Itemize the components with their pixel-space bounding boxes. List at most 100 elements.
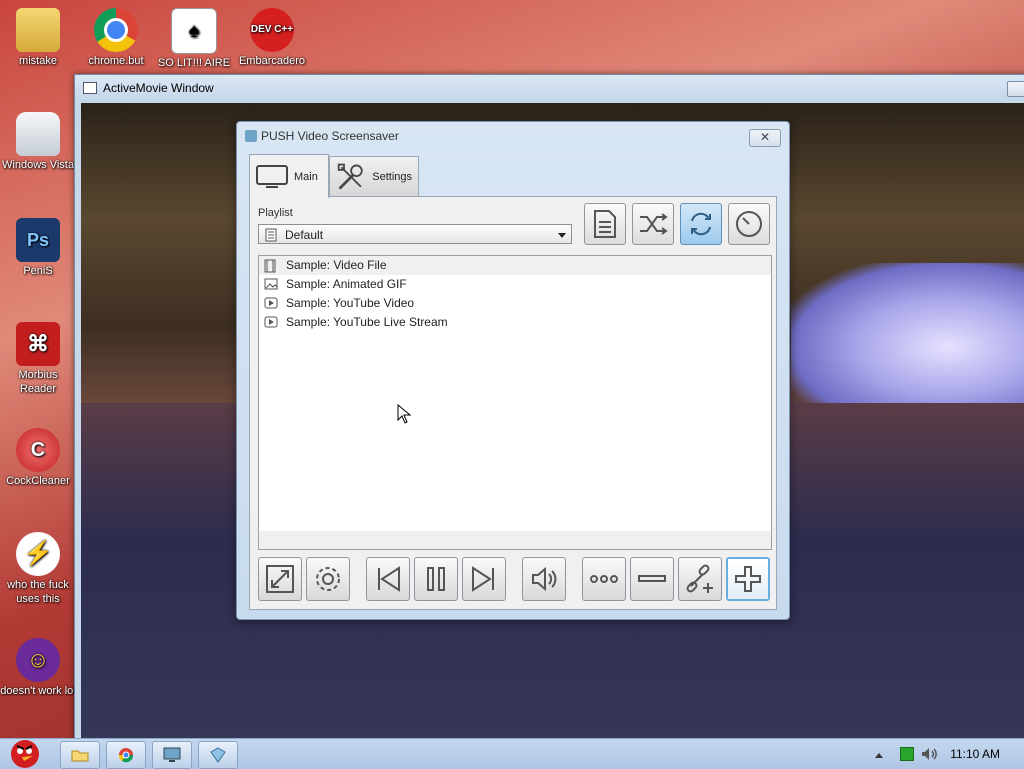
close-button[interactable]: ✕: [749, 129, 781, 147]
taskbar-push[interactable]: [198, 741, 238, 769]
push-dialog: PUSH Video Screensaver ✕ Main Settings P…: [236, 121, 790, 620]
minus-icon: [638, 575, 666, 582]
plus-icon: [735, 566, 761, 592]
volume-button[interactable]: [522, 557, 566, 601]
desktop-icon-label: SO LIT!!! AIRE: [157, 57, 231, 69]
window-icon: [83, 82, 97, 94]
playing-card-icon: ♠: [171, 8, 217, 54]
play-icon: [264, 297, 278, 309]
minimize-button[interactable]: [1007, 81, 1024, 97]
pause-button[interactable]: [414, 557, 458, 601]
recycle-bin-icon: [16, 112, 60, 156]
image-icon: [264, 278, 278, 290]
push-logo-icon: [245, 130, 257, 142]
photoshop-icon: Ps: [16, 218, 60, 262]
monitor-icon: [163, 747, 181, 762]
desktop-icon-mistake[interactable]: mistake: [0, 8, 76, 68]
monitor-icon: [256, 164, 288, 188]
refresh-icon: [691, 212, 711, 236]
taskbar: 11:10 AM: [0, 738, 1024, 769]
activemovie-title: ActiveMovie Window: [103, 81, 214, 95]
skip-back-icon: [378, 566, 400, 592]
desktop-icon-label: doesn't work lol: [0, 685, 76, 697]
link-add-icon: [686, 564, 713, 593]
playlist-selected: Default: [285, 228, 324, 242]
list-item[interactable]: Sample: Video File: [259, 256, 771, 275]
gear-icon: [316, 567, 340, 591]
previous-button[interactable]: [366, 557, 410, 601]
fullscreen-button[interactable]: [258, 557, 302, 601]
more-button[interactable]: [582, 557, 626, 601]
desktop-icon-penis[interactable]: Ps PeniS: [0, 218, 76, 278]
document-icon: [265, 228, 277, 242]
main-panel: Playlist Default Sample: Video File Samp: [249, 196, 777, 610]
dialog-title: PUSH Video Screensaver: [245, 129, 399, 143]
clock[interactable]: 11:10 AM: [950, 747, 1000, 761]
tab-settings-label: Settings: [372, 171, 412, 183]
mouse-cursor-icon: [397, 404, 411, 424]
add-link-button[interactable]: [678, 557, 722, 601]
desktop-icon-embarcadero[interactable]: DEV C++ Embarcadero: [234, 8, 310, 68]
list-item[interactable]: Sample: YouTube Live Stream: [259, 313, 771, 332]
list-item[interactable]: Sample: YouTube Video: [259, 294, 771, 313]
playlist-dropdown[interactable]: Default: [258, 224, 572, 244]
desktop-icon-label: CockCleaner: [6, 475, 70, 487]
angry-bird-icon: [11, 740, 39, 768]
pause-icon: [427, 567, 445, 591]
taskbar-activemovie[interactable]: [152, 741, 192, 769]
clock-icon: [736, 211, 762, 237]
desktop-icon-label: Embarcadero: [238, 55, 306, 67]
desktop-icon-cockcleaner[interactable]: C CockCleaner: [0, 428, 76, 488]
volume-tray-icon[interactable]: [920, 746, 938, 765]
ccleaner-icon: C: [16, 428, 60, 472]
tools-icon: [337, 163, 363, 190]
push-logo-icon: [210, 747, 226, 763]
desktop-icon-windows-vista[interactable]: Windows Vista: [0, 112, 76, 172]
edit-playlist-button[interactable]: [584, 203, 626, 245]
shuffle-icon: [640, 213, 668, 235]
playlist-items: Sample: Video File Sample: Animated GIF …: [258, 255, 772, 533]
expand-icon: [266, 565, 294, 593]
desktop-icon-solitaire[interactable]: ♠ SO LIT!!! AIRE: [156, 8, 232, 70]
speaker-icon: [532, 566, 557, 592]
tab-settings[interactable]: Settings: [329, 156, 419, 197]
chrome-icon: [118, 748, 134, 763]
desktop-icon-label: PeniS: [23, 265, 53, 277]
shuffle-button[interactable]: [632, 203, 674, 245]
play-icon: [264, 316, 278, 328]
system-tray: 11:10 AM: [864, 739, 1024, 769]
desktop-icon-label: mistake: [19, 55, 57, 67]
add-button[interactable]: [726, 557, 770, 601]
taskbar-chrome[interactable]: [106, 741, 146, 769]
video-island: [791, 263, 1024, 403]
settings-button[interactable]: [306, 557, 350, 601]
film-icon: [264, 259, 276, 273]
playlist-label: Playlist: [258, 207, 293, 219]
yahoo-messenger-icon: ☺: [16, 638, 60, 682]
next-button[interactable]: [462, 557, 506, 601]
list-item[interactable]: Sample: Animated GIF: [259, 275, 771, 294]
desktop-icon-label: Windows Vista: [2, 159, 74, 171]
repeat-button[interactable]: [680, 203, 722, 245]
activemovie-titlebar[interactable]: ActiveMovie Window: [75, 75, 1024, 101]
document-icon: [594, 210, 616, 238]
tab-main[interactable]: Main: [249, 154, 329, 198]
desktop-icon-who-uses-this[interactable]: ⚡ who the fuck uses this: [0, 532, 76, 606]
timer-button[interactable]: [728, 203, 770, 245]
remove-button[interactable]: [630, 557, 674, 601]
desktop-icon-label: Morbius Reader: [18, 369, 58, 395]
pdf-reader-icon: ⌘: [16, 322, 60, 366]
start-button[interactable]: [2, 735, 48, 769]
desktop-icon-doesnt-work[interactable]: ☺ doesn't work lol: [0, 638, 76, 698]
desktop-icon-morbius-reader[interactable]: ⌘ Morbius Reader: [0, 322, 76, 396]
folder-icon: [71, 750, 89, 762]
taskbar-explorer[interactable]: [60, 741, 100, 769]
chevron-down-icon: [558, 233, 566, 238]
skip-forward-icon: [472, 566, 494, 592]
more-icon: [590, 575, 618, 583]
show-hidden-icons-arrow-icon[interactable]: [874, 748, 884, 762]
desktop-icon-label: who the fuck uses this: [7, 579, 69, 605]
desktop-icon-chrome[interactable]: chrome.but: [78, 8, 154, 68]
network-icon[interactable]: [900, 747, 914, 761]
folder-icon: [16, 8, 60, 52]
